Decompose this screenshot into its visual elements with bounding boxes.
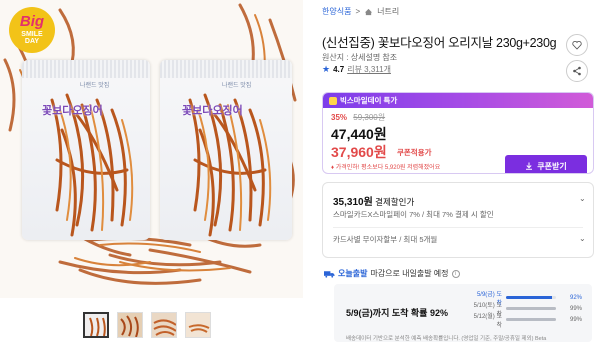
delivery-note: 배송데이터 기반으로 분석한 예측 배송확률입니다. (영업일 기준, 주말/공…: [346, 336, 547, 342]
delivery-bar-fill: [506, 318, 556, 321]
shipping-header: 오늘출발 마감으로 내일출발 예정 i: [324, 268, 460, 279]
product-info-panel: 한양식품 > 너트리 (신선집중) 꽃보다오징어 오리지날 230g+230g …: [312, 0, 600, 348]
big-smile-day-badge: Big SMILE DAY: [9, 7, 55, 53]
thumbnail-3[interactable]: [151, 312, 177, 338]
rating: ★ 4.7 리뷰 3,311개: [322, 64, 391, 75]
card-discount-box[interactable]: 35,310원 결제할인가 ⌄ 스마일카드X스마일페이 7% / 최대 7% 결…: [322, 182, 594, 258]
product-gallery: 나랜드 맛집 꽃보다오징어 나랜드 맛집 꽃보다오징어 Big SMILE DA…: [0, 0, 303, 348]
card-discount-price-row: 35,310원 결제할인가: [333, 193, 414, 208]
breadcrumb: 한양식품 > 너트리: [322, 6, 399, 17]
delivery-bar-fill: [506, 296, 552, 299]
card-discount-detail: 스마일카드X스마일페이 7% / 최대 7% 결제 시 할인: [333, 210, 494, 219]
card-discount-price: 35,310원: [333, 197, 373, 208]
deal-header: 빅스마일데이 특가: [323, 93, 593, 108]
download-icon: [526, 162, 533, 170]
shipping-tag: 오늘출발: [338, 269, 368, 278]
product-bag-right: 나랜드 맛집 꽃보다오징어: [160, 60, 292, 240]
badge-line2: SMILE: [21, 31, 43, 38]
share-button[interactable]: [566, 60, 588, 82]
coupon-download-button[interactable]: 쿠폰받기: [505, 155, 587, 173]
thumbnail-1[interactable]: [83, 312, 109, 338]
delivery-percent: 99%: [569, 305, 582, 312]
discount-row: 35% 59,300원: [331, 112, 385, 123]
coupon-button-label: 쿠폰받기: [537, 161, 567, 171]
home-icon: [365, 8, 373, 15]
rating-score: 4.7: [333, 65, 345, 74]
breadcrumb-separator: >: [355, 7, 361, 16]
original-price: 59,300원: [353, 113, 386, 122]
breadcrumb-category[interactable]: 너트리: [377, 6, 399, 17]
product-bag-left: 나랜드 맛집 꽃보다오징어: [22, 60, 150, 240]
thumbnail-2[interactable]: [117, 312, 143, 338]
deal-icon: [329, 96, 337, 105]
thumbnail-4[interactable]: [185, 312, 211, 338]
delivery-bar-fill: [506, 307, 556, 310]
review-count-link[interactable]: 리뷰 3,311개: [347, 64, 391, 75]
breadcrumb-brand[interactable]: 한양식품: [322, 6, 351, 17]
bag-title-text: 꽃보다오징어: [182, 105, 243, 117]
installment-text: 카드사별 무이자할부 / 최대 5개월: [333, 235, 438, 244]
heart-icon: [572, 40, 582, 50]
chevron-down-icon[interactable]: ⌄: [579, 234, 586, 243]
info-icon[interactable]: i: [451, 269, 460, 278]
star-icon: ★: [322, 64, 331, 74]
delivery-date: 5/12(월) 도착: [473, 313, 502, 329]
share-icon: [573, 66, 581, 76]
badge-line1: Big: [19, 13, 45, 30]
delivery-bar: [506, 307, 556, 310]
coupon-price-label: 쿠폰적용가: [397, 148, 432, 157]
delivery-percent: 99%: [569, 316, 582, 323]
delivery-probability-list: 5/9(금) 도착 92% 5/10(토) 도착 99% 5/12(월) 도착 …: [472, 292, 588, 329]
card-discount-label: 결제할인가: [375, 197, 415, 207]
deal-box: 빅스마일데이 특가 35% 59,300원 47,440원 37,960원 쿠폰…: [322, 92, 594, 174]
product-title: (신선집중) 꽃보다오징어 오리지날 230g+230g: [322, 36, 557, 50]
deal-header-text: 빅스마일데이 특가: [340, 96, 398, 105]
delivery-bar: [506, 296, 556, 299]
thumbnail-strip: [83, 312, 211, 338]
delivery-percent: 92%: [569, 294, 582, 301]
sale-price: 47,440원: [331, 126, 387, 142]
product-main-image[interactable]: 나랜드 맛집 꽃보다오징어 나랜드 맛집 꽃보다오징어 Big SMILE DA…: [0, 0, 303, 298]
chevron-down-icon[interactable]: ⌄: [579, 194, 586, 203]
bag-title-text: 꽃보다오징어: [42, 105, 103, 117]
delivery-headline: 5/9(금)까지 도착 확률 92%: [346, 308, 448, 318]
truck-icon: [324, 270, 335, 278]
divider: [333, 227, 583, 228]
delivery-row: 5/12(월) 도착 99%: [472, 314, 588, 329]
origin-text: 원산지 : 상세설명 참조: [322, 53, 398, 62]
delivery-bar: [506, 318, 556, 321]
wishlist-button[interactable]: [566, 34, 588, 56]
price-drop-note: ♦ 가격인하! 평소보다 5,920원 저렴해졌어요: [331, 165, 441, 171]
coupon-price: 37,960원: [331, 144, 387, 160]
discount-percent: 35%: [331, 113, 348, 122]
badge-line3: DAY: [24, 38, 40, 45]
shipping-desc: 마감으로 내일출발 예정: [370, 269, 449, 278]
